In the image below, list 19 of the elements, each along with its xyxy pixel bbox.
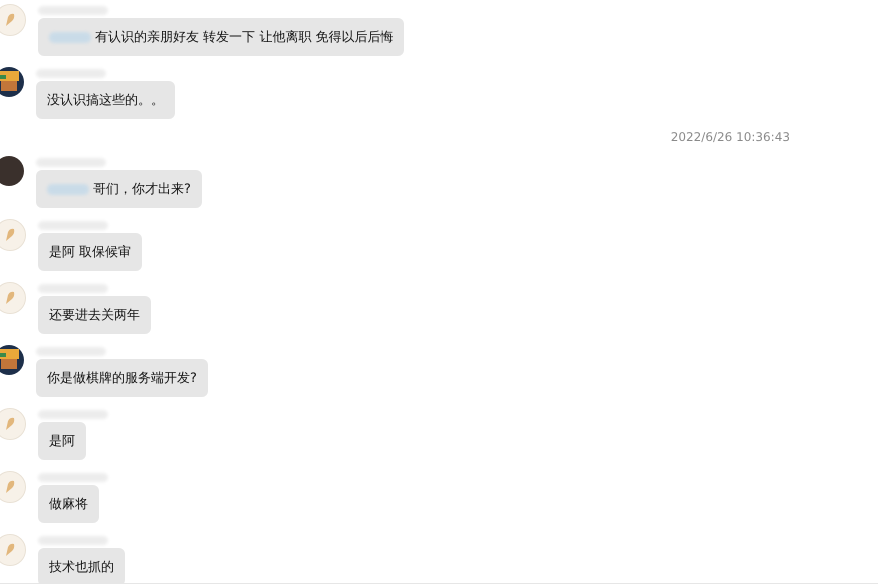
sticker-icon bbox=[3, 416, 17, 432]
message-text: 有认识的亲朋好友 转发一下 让他离职 免得以后后悔 bbox=[95, 29, 394, 46]
sticker-icon bbox=[3, 542, 17, 558]
sticker-icon bbox=[3, 290, 17, 306]
message-text: 没认识搞这些的。。 bbox=[47, 92, 164, 109]
avatar[interactable] bbox=[0, 67, 24, 97]
message-text: 技术也抓的 bbox=[49, 559, 114, 576]
message-timestamp: 2022/6/26 10:36:43 bbox=[670, 130, 790, 144]
message-text: 是阿 bbox=[49, 433, 75, 450]
message-text: 还要进去关两年 bbox=[49, 307, 140, 324]
sticker-icon bbox=[3, 479, 17, 495]
message-text: 做麻将 bbox=[49, 496, 88, 513]
message-text: 是阿 取保候审 bbox=[49, 244, 132, 261]
avatar[interactable] bbox=[0, 345, 24, 375]
sticker-icon bbox=[3, 12, 17, 28]
avatar-photo-placeholder[interactable] bbox=[0, 156, 24, 186]
sticker-icon bbox=[3, 227, 17, 243]
message-text: 你是做棋牌的服务端开发? bbox=[47, 370, 197, 387]
message-text: 哥们，你才出来? bbox=[93, 181, 191, 198]
